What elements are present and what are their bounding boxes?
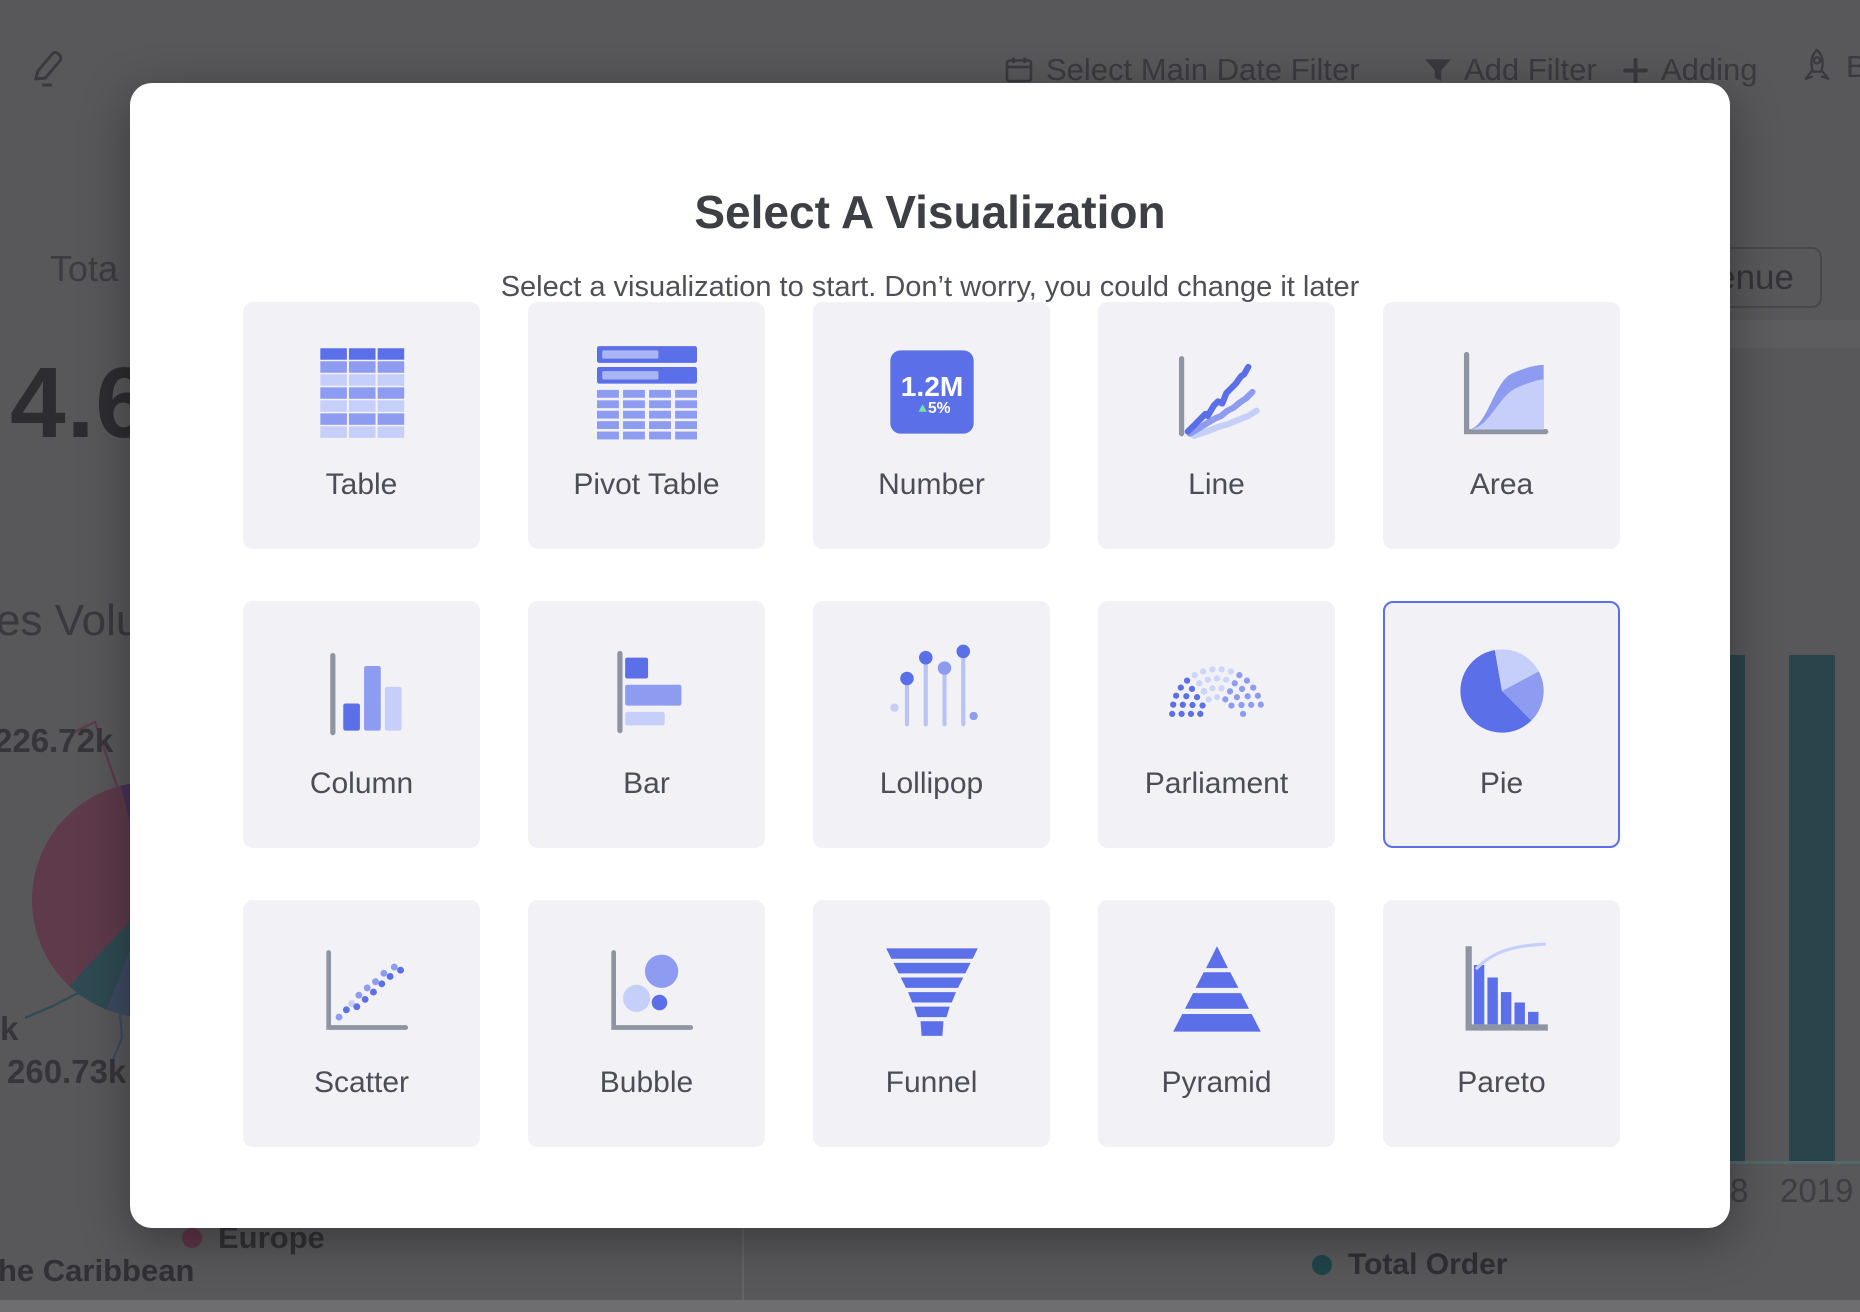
bubble-chart-icon <box>597 940 697 1040</box>
legend-item-caribbean[interactable]: he Caribbean <box>0 1253 194 1289</box>
viz-tile-bar[interactable]: Bar <box>528 601 765 848</box>
table-chart-icon <box>312 342 412 442</box>
modal-title: Select A Visualization <box>130 185 1730 239</box>
edit-pencil-icon[interactable] <box>26 48 68 90</box>
x-tick-2019: 2019 <box>1780 1172 1853 1210</box>
lollipop-chart-icon <box>882 641 982 741</box>
rocket-icon <box>1800 48 1834 85</box>
calendar-icon <box>1004 55 1034 85</box>
viz-tile-label: Pivot Table <box>530 468 763 502</box>
viz-tile-pyramid[interactable]: Pyramid <box>1098 900 1335 1147</box>
legend-label: Total Order <box>1348 1248 1507 1282</box>
viz-tile-area[interactable]: Area <box>1383 302 1620 549</box>
viz-tile-label: Pareto <box>1385 1066 1618 1100</box>
column-chart-icon <box>312 641 412 741</box>
plus-icon <box>1622 57 1649 84</box>
viz-tile-label: Funnel <box>815 1066 1048 1100</box>
pie-slice-label: 260.73k <box>7 1053 126 1091</box>
viz-tile-column[interactable]: Column <box>243 601 480 848</box>
legend-item-total-order[interactable]: Total Order <box>1312 1248 1507 1282</box>
viz-tile-lollipop[interactable]: Lollipop <box>813 601 1050 848</box>
line-chart-icon <box>1167 342 1267 442</box>
viz-tile-label: Parliament <box>1100 767 1333 801</box>
build-button[interactable]: B <box>1800 48 1860 85</box>
viz-tile-funnel[interactable]: Funnel <box>813 900 1050 1147</box>
filter-funnel-icon <box>1424 58 1452 83</box>
bar-chart-icon <box>597 641 697 741</box>
viz-tile-label: Line <box>1100 468 1333 502</box>
area-chart-icon <box>1452 342 1552 442</box>
viz-tile-pivot-table[interactable]: Pivot Table <box>528 302 765 549</box>
pie-slice-label: 226.72k <box>0 722 113 760</box>
viz-tile-label: Column <box>245 767 478 801</box>
number-icon-value: 1.2M <box>900 371 963 402</box>
number-kpi-icon: 1.2M 5% <box>882 342 982 442</box>
pie-slice-label: k <box>0 1010 18 1048</box>
viz-tile-line[interactable]: Line <box>1098 302 1335 549</box>
viz-tile-pie[interactable]: Pie <box>1383 601 1620 848</box>
viz-tile-label: Number <box>815 468 1048 502</box>
parliament-chart-icon <box>1167 641 1267 741</box>
select-visualization-modal: Select A Visualization Select a visualiz… <box>130 83 1730 1228</box>
viz-tile-label: Bar <box>530 767 763 801</box>
viz-tile-parliament[interactable]: Parliament <box>1098 601 1335 848</box>
visualization-grid: Table Pivot Table <box>243 302 1620 1147</box>
viz-tile-label: Table <box>245 468 478 502</box>
modal-subtitle: Select a visualization to start. Don’t w… <box>130 271 1730 304</box>
pyramid-chart-icon <box>1167 940 1267 1040</box>
legend-dot <box>182 1228 202 1248</box>
viz-tile-pareto[interactable]: Pareto <box>1383 900 1620 1147</box>
viz-tile-number[interactable]: 1.2M 5% Number <box>813 302 1050 549</box>
bar-2019 <box>1789 655 1835 1161</box>
bottom-strip <box>0 1300 1860 1312</box>
legend-label: he Caribbean <box>0 1253 194 1289</box>
kpi-title-fragment: Tota <box>50 248 118 290</box>
dashboard-screen: Select Main Date Filter Add Filter Addin… <box>0 0 1860 1312</box>
build-label-fragment: B <box>1846 49 1860 85</box>
pareto-chart-icon <box>1452 940 1552 1040</box>
viz-tile-label: Area <box>1385 468 1618 502</box>
legend-dot <box>1312 1255 1332 1275</box>
viz-tile-table[interactable]: Table <box>243 302 480 549</box>
viz-tile-bubble[interactable]: Bubble <box>528 900 765 1147</box>
funnel-chart-icon <box>882 940 982 1040</box>
viz-tile-scatter[interactable]: Scatter <box>243 900 480 1147</box>
right-panel-band <box>1730 320 1860 348</box>
viz-tile-label: Lollipop <box>815 767 1048 801</box>
viz-tile-label: Pie <box>1385 767 1618 801</box>
number-icon-delta: 5% <box>928 400 951 417</box>
pivot-table-icon <box>597 342 697 442</box>
x-tick-2018-fragment: 8 <box>1730 1172 1748 1210</box>
scatter-chart-icon <box>312 940 412 1040</box>
viz-tile-label: Scatter <box>245 1066 478 1100</box>
pie-chart-icon <box>1452 641 1552 741</box>
viz-tile-label: Bubble <box>530 1066 763 1100</box>
viz-tile-label: Pyramid <box>1100 1066 1333 1100</box>
